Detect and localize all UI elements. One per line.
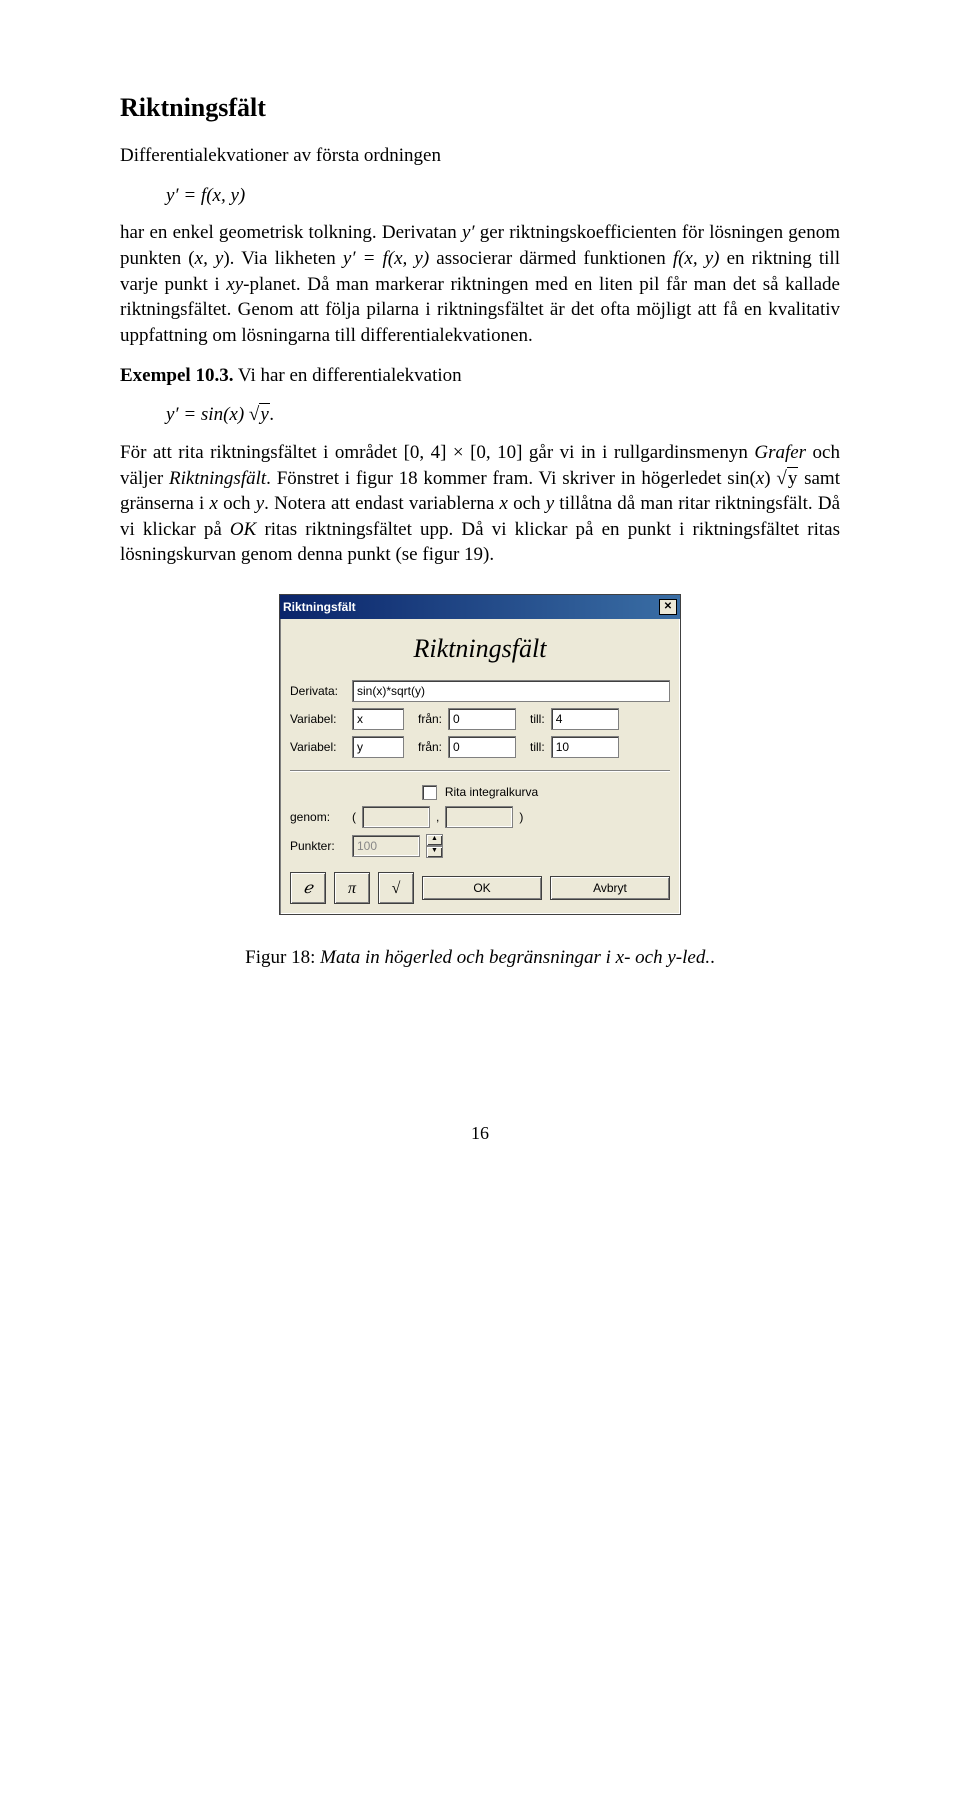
var2-row: Variabel: y från: 0 till: 10 (290, 736, 670, 758)
genom-label: genom: (290, 809, 346, 825)
chevron-down-icon[interactable]: ▼ (426, 846, 443, 858)
math: y′ = f(x, y) (343, 248, 429, 269)
math: x, y (195, 248, 224, 269)
text: ). Via likheten (223, 248, 343, 269)
math: xy (226, 274, 243, 295)
cancel-button[interactable]: Avbryt (550, 876, 670, 900)
button-row: ℯ π √ OK Avbryt (290, 872, 670, 904)
caption-end: . (710, 947, 715, 968)
text: Vi har en differentialekvation (233, 365, 461, 386)
example-heading: Exempel 10.3. Vi har en differentialekva… (120, 363, 840, 389)
ok-ref: OK (230, 519, 256, 540)
genom-x-input[interactable] (362, 806, 430, 828)
math: x (209, 493, 217, 514)
math: y′ (462, 222, 475, 243)
var2-to-input[interactable]: 10 (551, 736, 619, 758)
sqrt-icon: y (776, 466, 798, 492)
chevron-up-icon[interactable]: ▲ (426, 834, 443, 846)
derivata-label: Derivata: (290, 683, 346, 699)
riktningsfalt-dialog: Riktningsfält ✕ Riktningsfält Derivata: … (279, 594, 681, 915)
derivata-row: Derivata: sin(x)*sqrt(y) (290, 680, 670, 702)
till-label: till: (530, 711, 545, 727)
punkter-input[interactable]: 100 (352, 835, 420, 857)
fran-label: från: (418, 711, 442, 727)
integralkurva-row: Rita integralkurva (290, 784, 670, 800)
sqrt-button[interactable]: √ (378, 872, 414, 904)
var1-from-input[interactable]: 0 (448, 708, 516, 730)
pi-button[interactable]: π (334, 872, 370, 904)
punkter-spinner[interactable]: ▲ ▼ (426, 834, 443, 858)
derivata-input[interactable]: sin(x)*sqrt(y) (352, 680, 670, 702)
menu-name-2: Riktningsfält (169, 468, 266, 489)
window-title: Riktningsfält (283, 599, 356, 615)
punkter-label: Punkter: (290, 838, 346, 854)
genom-y-input[interactable] (445, 806, 513, 828)
text: har en enkel geometrisk tolkning. Deriva… (120, 222, 462, 243)
text: associerar därmed funktionen (429, 248, 673, 269)
till-label: till: (530, 739, 545, 755)
text: . Fönstret i figur 18 kommer fram. Vi sk… (266, 468, 756, 489)
paren-r: ) (519, 809, 523, 825)
intro-line: Differentialekvationer av första ordning… (120, 143, 840, 169)
menu-name-1: Grafer (754, 442, 806, 463)
close-icon[interactable]: ✕ (659, 599, 677, 615)
text: och (218, 493, 256, 514)
math: f(x, y) (673, 248, 720, 269)
titlebar[interactable]: Riktningsfält ✕ (280, 595, 680, 619)
integralkurva-checkbox[interactable] (422, 785, 437, 800)
math: y (256, 493, 264, 514)
text: . Notera att endast variablerna (264, 493, 499, 514)
radicand: y (259, 403, 269, 425)
var2-from-input[interactable]: 0 (448, 736, 516, 758)
dialog-body: Riktningsfält Derivata: sin(x)*sqrt(y) V… (280, 619, 680, 914)
sqrt-icon: y (249, 402, 270, 428)
paren-l: ( (352, 809, 356, 825)
caption-text: Mata in högerled och begränsningar i x- … (320, 947, 710, 968)
text: . (270, 404, 275, 425)
equation-1: y′ = f(x, y) (166, 183, 840, 209)
divider (290, 770, 670, 772)
equation-2: y′ = sin(x) y. (166, 402, 840, 428)
fran-label: från: (418, 739, 442, 755)
var1-input[interactable]: x (352, 708, 404, 730)
text: ) (764, 468, 776, 489)
section-heading: Riktningsfält (120, 90, 840, 125)
variabel-label: Variabel: (290, 739, 346, 755)
example-label: Exempel 10.3. (120, 365, 233, 386)
radicand: y (787, 467, 799, 489)
caption-label: Figur 18: (245, 947, 320, 968)
paragraph-1: har en enkel geometrisk tolkning. Deriva… (120, 220, 840, 348)
var1-to-input[interactable]: 4 (551, 708, 619, 730)
var1-row: Variabel: x från: 0 till: 4 (290, 708, 670, 730)
dialog-heading: Riktningsfält (290, 631, 670, 666)
var2-input[interactable]: y (352, 736, 404, 758)
ok-button[interactable]: OK (422, 876, 542, 900)
math: y (546, 493, 554, 514)
variabel-label: Variabel: (290, 711, 346, 727)
text: För att rita riktningsfältet i området [… (120, 442, 754, 463)
figure-caption: Figur 18: Mata in högerled och begränsni… (120, 945, 840, 971)
page-number: 16 (120, 1121, 840, 1145)
math: x (756, 468, 764, 489)
comma: , (436, 809, 439, 825)
figure-18: Riktningsfält ✕ Riktningsfält Derivata: … (120, 594, 840, 915)
math: y′ = sin(x) (166, 404, 249, 425)
paragraph-2: För att rita riktningsfältet i området [… (120, 440, 840, 568)
genom-row: genom: ( , ) (290, 806, 670, 828)
math: x (499, 493, 507, 514)
text: och (508, 493, 546, 514)
punkter-row: Punkter: 100 ▲ ▼ (290, 834, 670, 858)
integralkurva-label: Rita integralkurva (445, 784, 538, 800)
e-button[interactable]: ℯ (290, 872, 326, 904)
